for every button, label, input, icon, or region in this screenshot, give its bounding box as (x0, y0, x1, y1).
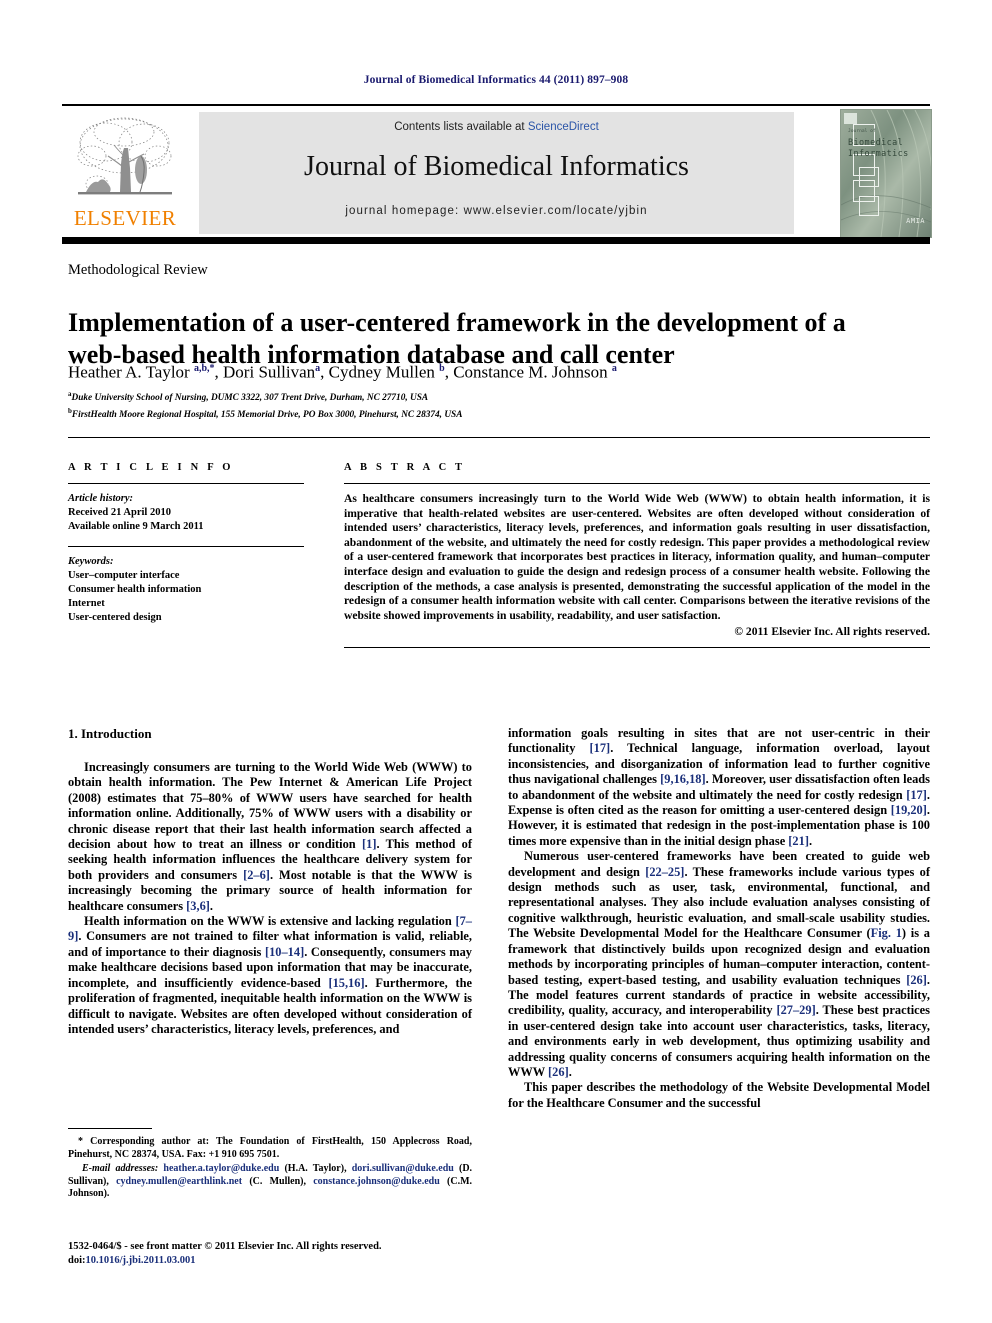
article-info-rule-mid (68, 546, 304, 547)
contents-list-line: Contents lists available at ScienceDirec… (199, 121, 794, 133)
masthead-center-band: Contents lists available at ScienceDirec… (199, 112, 794, 234)
journal-title: Journal of Biomedical Informatics (304, 151, 689, 182)
affiliations: aDuke University School of Nursing, DUMC… (68, 388, 898, 421)
body-paragraph: Health information on the WWW is extensi… (68, 914, 472, 1036)
cover-square-4 (859, 167, 879, 187)
keyword-item: Consumer health information (68, 584, 202, 595)
abstract-text: As healthcare consumers increasingly tur… (344, 492, 930, 622)
article-info-column: A R T I C L E I N F O Article history: R… (68, 462, 304, 625)
intro-heading: 1. Introduction (68, 726, 152, 741)
abstract-rule-bottom (344, 647, 930, 649)
keywords-label: Keywords: (68, 556, 114, 567)
keyword-item: User-centered design (68, 612, 162, 623)
masthead-bottom-rule (62, 237, 930, 244)
doi-value[interactable]: 10.1016/j.jbi.2011.03.001 (86, 1255, 196, 1266)
article-history-online: Available online 9 March 2011 (68, 521, 204, 532)
journal-cover-thumbnail: Journal of Biomedical Informatics AMIA (840, 109, 932, 238)
header-divider-rule (68, 437, 930, 438)
email-label: E-mail addresses: (82, 1163, 159, 1175)
cover-title-line1: Biomedical (848, 138, 904, 148)
body-column-right: information goals resulting in sites tha… (508, 726, 930, 1111)
cover-square-5 (859, 196, 879, 216)
elsevier-tree-icon (72, 112, 178, 204)
article-history-received: Received 21 April 2010 (68, 507, 171, 518)
body-paragraph: Numerous user-centered frameworks have b… (508, 849, 930, 1079)
abstract-rule-top (344, 483, 930, 484)
doi-line: doi:10.1016/j.jbi.2011.03.001 (68, 1254, 488, 1268)
email-addresses: E-mail addresses: heather.a.taylor@duke.… (68, 1163, 472, 1201)
footnote-rule (68, 1128, 152, 1129)
amia-logo: AMIA (906, 217, 925, 225)
imprint-block: 1532-0464/$ - see front matter © 2011 El… (68, 1240, 488, 1267)
body-paragraph: This paper describes the methodology of … (508, 1080, 930, 1110)
article-info-heading: A R T I C L E I N F O (68, 462, 234, 473)
keyword-item: Internet (68, 598, 105, 609)
affiliation-b-text: FirstHealth Moore Regional Hospital, 155… (71, 409, 463, 420)
journal-masthead: ELSEVIER Contents lists available at Sci… (62, 104, 932, 244)
article-info-rule-top (68, 483, 304, 484)
abstract-column: A B S T R A C T As healthcare consumers … (344, 462, 930, 656)
journal-homepage-line[interactable]: journal homepage: www.elsevier.com/locat… (199, 205, 794, 217)
corresponding-author-text: * Corresponding author at: The Foundatio… (68, 1136, 472, 1160)
elsevier-logo: ELSEVIER (66, 112, 184, 234)
corresponding-author-footnote: * Corresponding author at: The Foundatio… (68, 1128, 472, 1201)
doi-prefix: doi: (68, 1254, 86, 1266)
sciencedirect-link[interactable]: ScienceDirect (528, 121, 599, 133)
running-head: Journal of Biomedical Informatics 44 (20… (363, 74, 629, 86)
affiliation-a-text: Duke University School of Nursing, DUMC … (71, 393, 429, 404)
cover-title: Biomedical Informatics (848, 138, 928, 160)
cover-title-line2: Informatics (848, 149, 909, 159)
abstract-copyright: © 2011 Elsevier Inc. All rights reserved… (734, 625, 930, 639)
paper-page: Journal of Biomedical Informatics 44 (20… (0, 0, 992, 1323)
cover-kicker: Journal of (848, 129, 876, 134)
body-column-left: 1. Introduction Increasingly consumers a… (68, 726, 472, 1037)
email-link[interactable]: heather.a.taylor@duke.edu (H.A. Taylor), (163, 1163, 346, 1174)
contents-prefix: Contents lists available at (394, 121, 528, 133)
author-list: Heather A. Taylor a,b,*, Dori Sullivana,… (68, 362, 617, 382)
body-paragraph: Increasingly consumers are turning to th… (68, 760, 472, 913)
article-history-label: Article history: (68, 493, 134, 504)
issn-front-matter: 1532-0464/$ - see front matter © 2011 El… (68, 1241, 382, 1252)
article-section-label: Methodological Review (68, 262, 208, 278)
affiliation-a: aDuke University School of Nursing, DUMC… (68, 390, 429, 404)
affiliation-b: bFirstHealth Moore Regional Hospital, 15… (68, 406, 463, 420)
body-paragraph: information goals resulting in sites tha… (508, 726, 931, 848)
masthead-top-rule (62, 104, 930, 106)
abstract-heading: A B S T R A C T (344, 462, 466, 473)
elsevier-wordmark: ELSEVIER (73, 206, 177, 230)
email-link[interactable]: cydney.mullen@earthlink.net (C. Mullen), (116, 1176, 306, 1187)
keyword-item: User–computer interface (68, 570, 180, 581)
